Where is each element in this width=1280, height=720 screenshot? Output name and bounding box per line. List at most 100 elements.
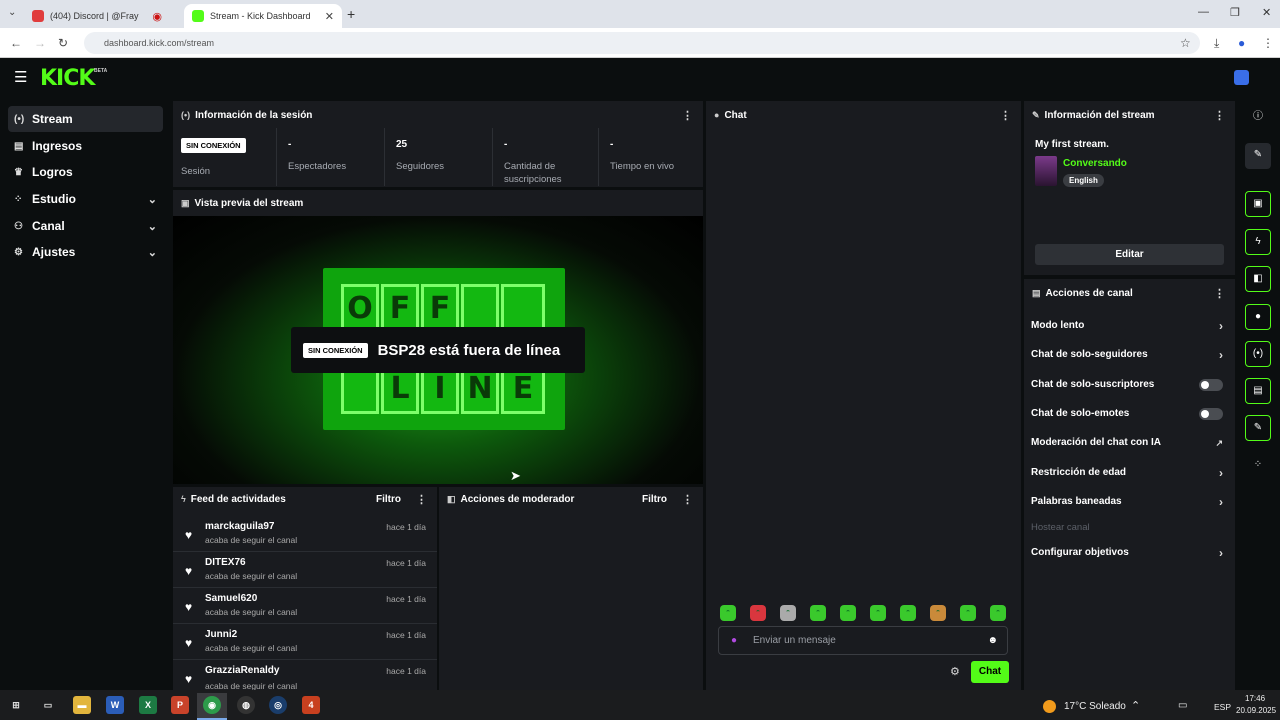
obs-icon[interactable]: ◍ xyxy=(237,696,255,714)
emote-icon[interactable]: ᵔ xyxy=(960,605,976,621)
emote-icon[interactable]: ᵔ xyxy=(780,605,796,621)
language-indicator[interactable]: ESP xyxy=(1214,702,1231,712)
file-explorer-icon[interactable]: ▬ xyxy=(73,696,91,714)
sidebar-item-stream[interactable]: (•) Stream xyxy=(8,106,163,132)
kebab-menu-icon[interactable]: ⋮ xyxy=(1214,287,1225,300)
powerpoint-icon[interactable]: P xyxy=(171,696,189,714)
subscribers-only-toggle[interactable] xyxy=(1199,379,1223,391)
follower-name[interactable]: DITEX76 xyxy=(205,557,246,568)
action-label: Restricción de edad xyxy=(1031,467,1127,478)
clock-time[interactable]: 17:46 xyxy=(1245,694,1265,703)
action-followers-only[interactable]: Chat de solo-seguidores › xyxy=(1031,345,1227,365)
windows-start-icon[interactable]: ⊞ xyxy=(7,696,25,714)
discord-favicon-icon xyxy=(32,10,44,22)
new-tab-button[interactable]: + xyxy=(347,6,355,22)
follower-name[interactable]: marckaguila97 xyxy=(205,521,275,532)
kebab-menu-icon[interactable]: ⋮ xyxy=(1000,109,1011,122)
category-thumbnail[interactable] xyxy=(1035,156,1057,186)
profile-icon[interactable]: ● xyxy=(1238,28,1245,58)
info-icon[interactable]: ⓘ xyxy=(1245,105,1271,131)
bookmark-icon[interactable]: ☆ xyxy=(1180,28,1191,58)
moderator-widget-icon[interactable]: ◧ xyxy=(1245,266,1271,292)
microphone-icon[interactable]: ● xyxy=(731,627,737,654)
edit-pencil-icon[interactable]: ✎ xyxy=(1245,143,1271,169)
edit-button[interactable]: Editar xyxy=(1035,244,1224,265)
kick-logo[interactable]: KICK xyxy=(40,66,95,91)
restore-icon[interactable]: ❐ xyxy=(1230,6,1240,19)
chat-widget-icon[interactable]: ● xyxy=(1245,304,1271,330)
weather-text[interactable]: 17°C Soleado xyxy=(1064,701,1126,712)
subscriptions-stat: - Cantidad de suscripciones xyxy=(494,128,599,186)
sidebar-item-canal[interactable]: ⚇ Canal ⌄ xyxy=(8,213,163,239)
chat-settings-gear-icon[interactable]: ⚙ xyxy=(950,665,960,678)
chat-message-input[interactable]: ● Enviar un mensaje ☻ xyxy=(718,626,1008,655)
action-ai-moderation[interactable]: Moderación del chat con IA ↗ xyxy=(1031,433,1227,453)
emote-icon[interactable]: ᵔ xyxy=(930,605,946,621)
tray-chevron-up-icon[interactable]: ⌃ xyxy=(1131,699,1140,712)
tab-search-icon[interactable]: ⌄ xyxy=(8,7,16,18)
bolt-widget-icon[interactable]: ϟ xyxy=(1245,229,1271,255)
emote-icon[interactable]: ᵔ xyxy=(870,605,886,621)
chat-bubble-icon: ● xyxy=(714,110,720,120)
share-icon[interactable]: ⁘ xyxy=(1245,453,1271,479)
emote-icon[interactable]: ᵔ xyxy=(990,605,1006,621)
kebab-menu-icon[interactable]: ⋮ xyxy=(682,493,693,506)
tab-kick-dashboard[interactable]: Stream - Kick Dashboard ✕ xyxy=(184,4,342,28)
action-slow-mode[interactable]: Modo lento › xyxy=(1031,316,1227,336)
follower-name[interactable]: Junni2 xyxy=(205,629,237,640)
tab-discord[interactable]: (404) Discord | @Fray ◉ xyxy=(24,4,184,28)
stream-info-panel: ✎ Información del stream ⋮ My first strea… xyxy=(1024,101,1235,275)
network-icon[interactable]: ▭ xyxy=(1178,700,1187,711)
action-age-restriction[interactable]: Restricción de edad › xyxy=(1031,463,1227,483)
menu-icon[interactable]: ⋮ xyxy=(1262,28,1274,58)
emote-icon[interactable]: ᵔ xyxy=(720,605,736,621)
forward-icon[interactable]: → xyxy=(34,28,46,58)
filter-button[interactable]: Filtro xyxy=(376,494,401,505)
category-link[interactable]: Conversando xyxy=(1063,158,1127,169)
sidebar-item-logros[interactable]: ♛ Logros xyxy=(8,159,163,185)
action-banned-words[interactable]: Palabras baneadas › xyxy=(1031,492,1227,512)
action-configure-goals[interactable]: Configurar objetivos › xyxy=(1031,543,1227,563)
stat-label: Espectadores xyxy=(288,161,347,172)
chrome-icon[interactable]: ◉ xyxy=(203,696,221,714)
hamburger-icon[interactable]: ☰ xyxy=(14,68,27,86)
reload-icon[interactable]: ↻ xyxy=(58,28,68,58)
sidebar-item-ingresos[interactable]: ▤ Ingresos xyxy=(8,133,163,159)
send-chat-button[interactable]: Chat xyxy=(971,661,1009,683)
url-field[interactable]: dashboard.kick.com/stream xyxy=(84,32,1200,54)
kebab-menu-icon[interactable]: ⋮ xyxy=(1214,109,1225,122)
actions-widget-icon[interactable]: ▤ xyxy=(1245,378,1271,404)
emote-icon[interactable]: ᵔ xyxy=(750,605,766,621)
follower-name[interactable]: Samuel620 xyxy=(205,593,257,604)
steam-icon[interactable]: ◎ xyxy=(269,696,287,714)
preview-widget-icon[interactable]: ▣ xyxy=(1245,191,1271,217)
emotes-only-toggle[interactable] xyxy=(1199,408,1223,420)
emote-icon[interactable]: ᵔ xyxy=(840,605,856,621)
sidebar-item-estudio[interactable]: ⁘ Estudio ⌄ xyxy=(8,186,163,212)
word-icon[interactable]: W xyxy=(106,696,124,714)
emoji-icon[interactable]: ☻ xyxy=(987,627,998,654)
kebab-menu-icon[interactable]: ⋮ xyxy=(682,109,693,122)
kebab-menu-icon[interactable]: ⋮ xyxy=(416,493,427,506)
app-4-icon[interactable]: 4 xyxy=(302,696,320,714)
user-avatar[interactable] xyxy=(1234,70,1249,85)
minimize-icon[interactable]: — xyxy=(1198,6,1209,18)
back-icon[interactable]: ← xyxy=(10,28,22,58)
close-window-icon[interactable]: ✕ xyxy=(1262,6,1271,19)
heart-icon: ♥ xyxy=(185,672,193,686)
emote-icon[interactable]: ᵔ xyxy=(900,605,916,621)
follower-name[interactable]: GrazziaRenaldy xyxy=(205,665,279,676)
broadcast-widget-icon[interactable]: (•) xyxy=(1245,341,1271,367)
excel-icon[interactable]: X xyxy=(139,696,157,714)
download-icon[interactable]: ⤓ xyxy=(1214,28,1219,58)
sidebar-item-ajustes[interactable]: ⚙ Ajustes ⌄ xyxy=(8,239,163,265)
language-tag: English xyxy=(1063,174,1104,187)
close-tab-icon[interactable]: ✕ xyxy=(325,10,334,23)
offline-badge: SIN CONEXIÓN xyxy=(181,137,246,153)
emote-icon[interactable]: ᵔ xyxy=(810,605,826,621)
filter-button[interactable]: Filtro xyxy=(642,494,667,505)
task-view-icon[interactable]: ▭ xyxy=(39,696,57,714)
clock-date[interactable]: 20.09.2025 xyxy=(1236,706,1276,715)
wrench-widget-icon[interactable]: ✎ xyxy=(1245,415,1271,441)
action-host-channel: Hostear canal xyxy=(1031,518,1227,538)
